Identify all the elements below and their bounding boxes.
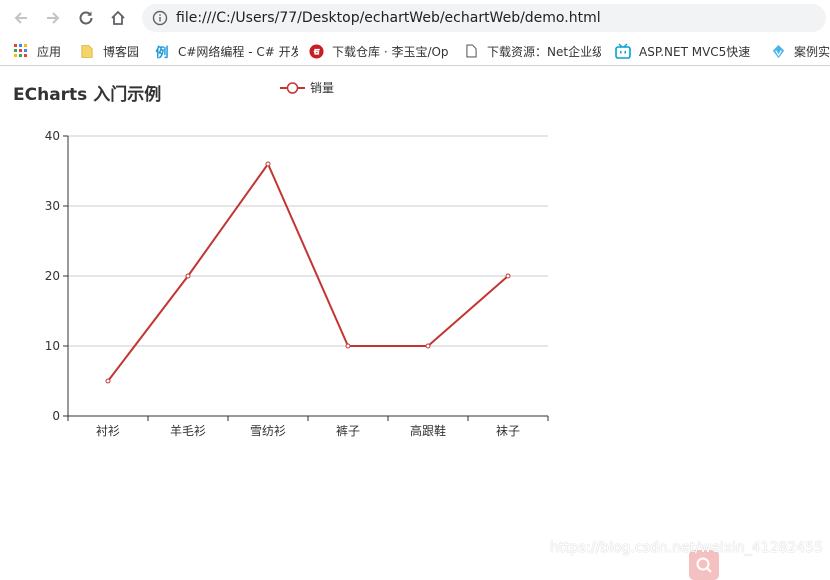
forward-arrow-icon [47,12,60,24]
y-tick-label: 10 [45,339,60,353]
x-tick-label: 袜子 [496,424,520,438]
browser-toolbar: file:///C:/Users/77/Desktop/echartWeb/ec… [0,0,830,36]
bookmark-cnblogs[interactable]: 博客园 [79,42,143,60]
diamond-logo-icon [770,43,786,59]
info-icon[interactable] [152,10,168,26]
bookmark-csharp-network[interactable]: 例 C#网络编程 - C# 开发 [154,42,298,61]
legend-line-marker-icon [280,81,305,94]
data-point[interactable] [185,273,191,279]
bookmarks-bar: 应用 博客园 例 C#网络编程 - C# 开发 下载仓库 · 李玉宝/Op 下载… [0,36,830,66]
data-point[interactable] [265,161,271,167]
page-icon [463,43,479,59]
bookmark-label: ASP.NET MVC5快速 [639,44,751,59]
bookmark-label: 应用 [37,44,62,59]
back-button[interactable] [9,6,33,30]
x-tick-label: 衬衫 [96,424,120,438]
data-point[interactable] [425,343,431,349]
home-button[interactable] [106,6,130,30]
url-text[interactable]: file:///C:/Users/77/Desktop/echartWeb/ec… [176,10,601,26]
chart-legend[interactable]: 销量 [280,79,334,96]
back-arrow-icon [14,12,27,24]
folder-icon [79,43,95,59]
forward-button[interactable] [41,6,65,30]
apps-grid-icon [13,43,29,59]
watermark-text: https://blog.csdn.net/weixin_41282455 [550,540,824,556]
data-point[interactable] [345,343,351,349]
series-line [107,163,509,382]
data-point[interactable] [505,273,511,279]
example-logo-icon: 例 [155,45,169,61]
bookmark-label: 博客园 [103,44,140,59]
reload-button[interactable] [74,6,98,30]
y-tick-label: 30 [45,199,60,213]
y-tick-label: 40 [45,129,60,143]
page-content: 0 10 20 30 40 衬衫 羊毛衫 雪纺衫 裤子 高跟鞋 袜子 ECharts 入门示例 销量… [0,67,830,580]
x-tick-label: 羊毛衫 [170,423,206,438]
x-tick-label: 高跟鞋 [410,423,446,438]
bookmark-label: 案例实 [794,44,830,59]
data-point[interactable] [105,378,111,384]
bookmark-label: 下载资源：Net企业级 [487,44,601,59]
line-chart: 0 10 20 30 40 衬衫 羊毛衫 雪纺衫 裤子 高跟鞋 袜子 [45,129,549,438]
bookmark-aspnet-mvc[interactable]: ASP.NET MVC5快速 [615,42,753,60]
search-icon [696,557,712,573]
bookmark-label: C#网络编程 - C# 开发 [178,44,298,59]
gitee-logo-icon [308,43,324,59]
bookmark-apps[interactable]: 应用 [13,42,73,60]
x-tick-label: 裤子 [336,424,360,438]
bookmark-label: 下载仓库 · 李玉宝/Op [332,44,448,59]
x-tick-label: 雪纺衫 [250,424,286,438]
bookmark-gitee[interactable]: 下载仓库 · 李玉宝/Op [308,42,448,60]
bookmark-cases[interactable]: 案例实 [770,42,830,60]
bilibili-logo-icon [615,43,631,59]
address-bar[interactable]: file:///C:/Users/77/Desktop/echartWeb/ec… [142,4,826,32]
chart-title: ECharts 入门示例 [13,85,162,105]
home-icon [111,10,125,25]
legend-series-label: 销量 [310,81,335,95]
y-tick-label: 20 [45,269,60,283]
y-tick-label: 0 [52,409,60,423]
reload-icon [79,11,93,25]
bookmark-download-resource[interactable]: 下载资源：Net企业级 [463,42,601,60]
